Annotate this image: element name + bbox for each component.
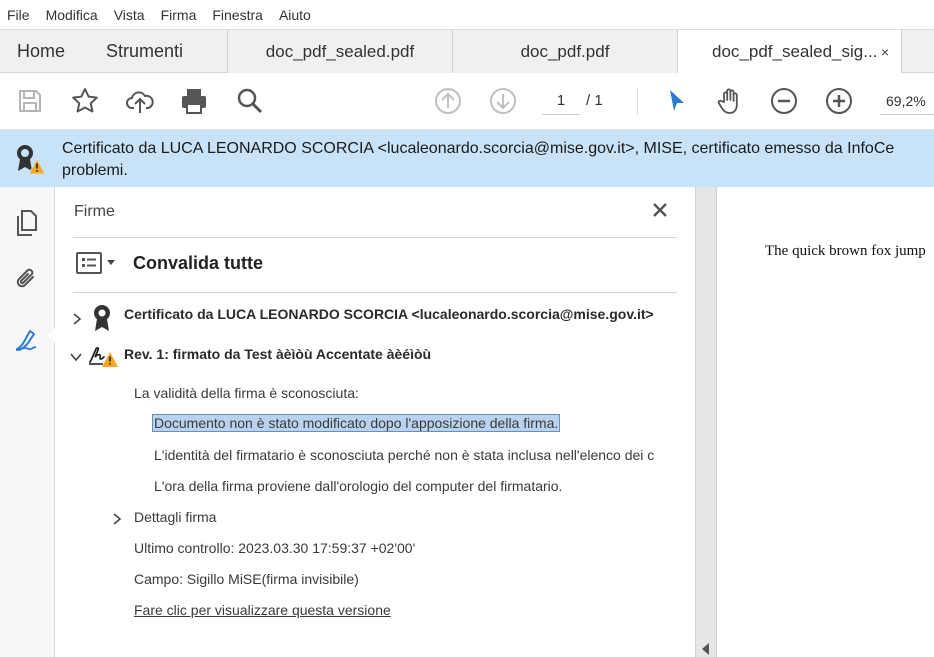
menu-vista[interactable]: Vista	[114, 7, 145, 23]
menu-finestra[interactable]: Finestra	[212, 7, 263, 23]
certificate-icon	[90, 303, 114, 333]
panel-splitter[interactable]	[695, 187, 717, 657]
last-check: Ultimo controllo: 2023.03.30 17:59:37 +0…	[134, 540, 416, 556]
arrow-down-icon[interactable]	[487, 85, 519, 117]
search-icon[interactable]	[234, 85, 266, 117]
detail-signing-time: L'ora della firma proviene dall'orologio…	[154, 478, 563, 494]
tab-document-label: doc_pdf.pdf	[520, 41, 610, 61]
toolbar: 1 / 1 69,2%	[0, 73, 934, 130]
menu-firma[interactable]: Firma	[161, 7, 197, 23]
chevron-down-icon[interactable]	[69, 350, 83, 364]
tab-document-3[interactable]: doc_pdf_sealed_sig... ×	[677, 30, 902, 74]
chevron-right-icon[interactable]	[110, 512, 124, 526]
signature-options-icon[interactable]	[75, 250, 103, 276]
tab-document-label: doc_pdf_sealed_sig...	[712, 41, 878, 61]
divider	[73, 292, 677, 293]
tab-document-2[interactable]: doc_pdf.pdf	[452, 30, 677, 73]
tab-tools[interactable]: Strumenti	[106, 30, 183, 73]
signature-details-toggle[interactable]: Dettagli firma	[134, 509, 216, 525]
validity-heading: La validità della firma è sconosciuta:	[134, 385, 359, 401]
chevron-down-icon[interactable]	[107, 260, 115, 265]
tab-document-label: doc_pdf_sealed.pdf	[265, 41, 415, 61]
toolbar-separator	[637, 87, 638, 115]
tab-document-1[interactable]: doc_pdf_sealed.pdf	[227, 30, 452, 73]
page-number-input[interactable]: 1	[542, 87, 580, 115]
signature-info-text: Certificato da LUCA LEONARDO SCORCIA <lu…	[62, 138, 894, 182]
signature-warning-icon	[87, 342, 119, 370]
signature-field: Campo: Sigillo MiSE(firma invisibile)	[134, 571, 359, 587]
collapse-arrow-icon[interactable]	[702, 643, 709, 655]
zoom-out-icon[interactable]	[768, 85, 800, 117]
attachment-icon[interactable]	[11, 263, 43, 295]
signature-info-line-1: Certificato da LUCA LEONARDO SCORCIA <lu…	[62, 140, 895, 157]
pages-icon[interactable]	[11, 207, 43, 239]
menu-modifica[interactable]: Modifica	[46, 7, 98, 23]
zoom-in-icon[interactable]	[823, 85, 855, 117]
cursor-icon[interactable]	[660, 85, 692, 117]
validate-all-button[interactable]: Convalida tutte	[133, 253, 263, 274]
page-total: / 1	[586, 92, 603, 109]
arrow-up-icon[interactable]	[432, 85, 464, 117]
navigation-rail	[0, 187, 56, 657]
document-text: The quick brown fox jump	[765, 243, 926, 259]
detail-signer-identity: L'identità del firmatario è sconosciuta …	[154, 447, 655, 463]
document-view[interactable]: The quick brown fox jump	[717, 187, 934, 657]
selected-text: Documento non è stato modificato dopo l'…	[151, 414, 561, 432]
upload-icon[interactable]	[124, 85, 156, 117]
menu-file[interactable]: File	[7, 7, 30, 23]
save-icon[interactable]	[14, 85, 46, 117]
tab-close-icon[interactable]: ×	[881, 44, 889, 60]
revision-row[interactable]: Rev. 1: firmato da Test àèìòù Accentate …	[124, 346, 431, 362]
certificate-row[interactable]: Certificato da LUCA LEONARDO SCORCIA <lu…	[124, 306, 654, 322]
zoom-level-input[interactable]: 69,2%	[880, 87, 934, 115]
signatures-panel: Firme Convalida tutte Certificato da LUC…	[55, 187, 695, 657]
hand-icon[interactable]	[714, 85, 746, 117]
view-version-link[interactable]: Fare clic per visualizzare questa versio…	[134, 602, 391, 618]
panel-title: Firme	[74, 203, 115, 220]
menu-bar: File Modifica Vista Firma Finestra Aiuto	[0, 0, 934, 29]
close-icon[interactable]	[649, 199, 671, 221]
signature-info-bar: Certificato da LUCA LEONARDO SCORCIA <lu…	[0, 130, 934, 187]
detail-document-unmodified: Documento non è stato modificato dopo l'…	[151, 414, 561, 432]
menu-aiuto[interactable]: Aiuto	[279, 7, 311, 23]
tab-home[interactable]: Home	[17, 30, 65, 73]
tab-bar: Home Strumenti doc_pdf_sealed.pdf doc_pd…	[0, 29, 934, 74]
signature-info-line-2: problemi.	[62, 162, 128, 179]
chevron-right-icon[interactable]	[70, 312, 84, 326]
certificate-warning-icon	[12, 142, 48, 178]
signature-pen-icon[interactable]	[11, 323, 43, 355]
divider	[73, 237, 677, 238]
star-icon[interactable]	[69, 85, 101, 117]
print-icon[interactable]	[178, 85, 210, 117]
